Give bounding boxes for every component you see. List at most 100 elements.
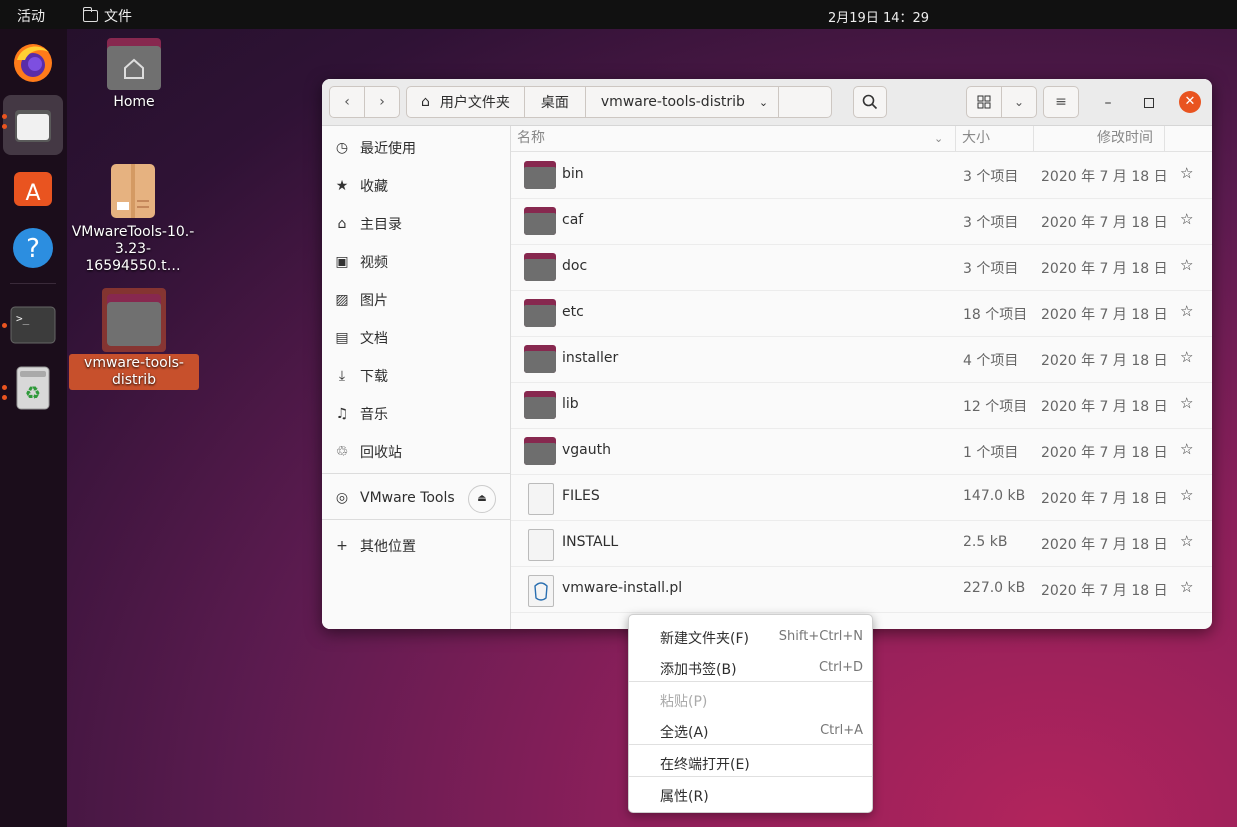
menu-item-accel: Ctrl+A — [820, 723, 863, 738]
menu-add-bookmark[interactable]: 添加书签(B) Ctrl+D — [629, 653, 872, 681]
terminal-icon: >_ — [10, 306, 56, 344]
table-row[interactable]: doc 3 个项目 2020 年 7 月 18 日 ☆ — [511, 244, 1212, 291]
table-row[interactable]: bin 3 个项目 2020 年 7 月 18 日 ☆ — [511, 152, 1212, 199]
sidebar-item-label: 文档 — [360, 331, 388, 347]
star-icon[interactable]: ☆ — [1180, 348, 1193, 366]
column-name[interactable]: 名称 — [517, 126, 545, 151]
home-icon: ⌂ — [421, 94, 430, 110]
search-button[interactable] — [853, 86, 887, 118]
sidebar-item-label: 视频 — [360, 255, 388, 271]
file-name: caf — [562, 212, 584, 228]
sidebar-item-home[interactable]: ⌂ 主目录 — [334, 212, 402, 236]
desktop-home[interactable]: Home — [96, 38, 172, 111]
table-row[interactable]: lib 12 个项目 2020 年 7 月 18 日 ☆ — [511, 382, 1212, 429]
firefox-launcher[interactable] — [10, 39, 56, 85]
running-indicator — [2, 323, 7, 328]
sidebar-item-starred[interactable]: ★ 收藏 — [334, 174, 388, 198]
file-size: 227.0 kB — [963, 580, 1026, 596]
software-launcher[interactable]: A — [10, 163, 56, 209]
video-icon: ▣ — [335, 254, 349, 270]
table-row[interactable]: vgauth 1 个项目 2020 年 7 月 18 日 ☆ — [511, 428, 1212, 475]
files-app-icon — [15, 110, 51, 142]
sidebar-item-music[interactable]: ♫ 音乐 — [334, 402, 388, 426]
menu-item-label: 粘贴(P) — [660, 694, 708, 710]
crumb-current[interactable]: vmware-tools-distrib ⌄ — [586, 87, 780, 117]
app-menu[interactable]: 文件 — [82, 6, 132, 26]
menu-new-folder[interactable]: 新建文件夹(F) Shift+Ctrl+N — [629, 622, 872, 650]
star-icon[interactable]: ☆ — [1180, 210, 1193, 228]
eject-button[interactable]: ⏏ — [468, 485, 496, 513]
back-button[interactable]: ‹ — [329, 86, 365, 118]
star-icon[interactable]: ☆ — [1180, 394, 1193, 412]
trash-launcher[interactable]: ♻ — [10, 365, 56, 411]
table-row[interactable]: vmware-install.pl 227.0 kB 2020 年 7 月 18 日… — [511, 566, 1212, 613]
activities-button[interactable]: 活动 — [17, 6, 45, 26]
files-launcher[interactable] — [3, 95, 63, 155]
desktop-icon-label: vmware-tools- distrib — [69, 354, 199, 390]
table-row[interactable]: FILES 147.0 kB 2020 年 7 月 18 日 ☆ — [511, 474, 1212, 521]
file-name: installer — [562, 350, 619, 366]
terminal-launcher[interactable]: >_ — [10, 302, 56, 348]
context-menu: 新建文件夹(F) Shift+Ctrl+N 添加书签(B) Ctrl+D 粘贴(P)… — [628, 614, 873, 813]
star-icon[interactable]: ☆ — [1180, 578, 1193, 596]
desktop-vmware-tools-distrib[interactable]: vmware-tools- distrib — [68, 288, 200, 390]
table-row[interactable]: etc 18 个项目 2020 年 7 月 18 日 ☆ — [511, 290, 1212, 337]
view-grid-button[interactable] — [966, 86, 1002, 118]
sidebar-item-other-locations[interactable]: + 其他位置 — [334, 534, 416, 558]
view-options-button[interactable]: ⌄ — [1001, 86, 1037, 118]
table-row[interactable]: caf 3 个项目 2020 年 7 月 18 日 ☆ — [511, 198, 1212, 245]
table-row[interactable]: INSTALL 2.5 kB 2020 年 7 月 18 日 ☆ — [511, 520, 1212, 567]
dock-separator — [10, 283, 56, 284]
file-modified: 2020 年 7 月 18 日 — [1041, 445, 1168, 461]
search-icon — [862, 94, 878, 110]
sidebar-item-downloads[interactable]: ⤓ 下载 — [334, 364, 388, 388]
star-icon[interactable]: ☆ — [1180, 532, 1193, 550]
close-button[interactable]: ✕ — [1179, 91, 1201, 113]
crumb-label: 桌面 — [540, 95, 569, 111]
clock[interactable]: 2月19日 14：29 — [828, 7, 929, 26]
star-icon[interactable]: ☆ — [1180, 256, 1193, 274]
menu-item-label: 属性(R) — [660, 789, 709, 805]
file-name: etc — [562, 304, 584, 320]
crumb-empty[interactable] — [779, 87, 831, 117]
sidebar-item-videos[interactable]: ▣ 视频 — [334, 250, 388, 274]
sidebar-item-pictures[interactable]: ▨ 图片 — [334, 288, 388, 312]
script-file-icon — [528, 575, 554, 607]
help-launcher[interactable]: ? — [10, 225, 56, 271]
menu-open-in-terminal[interactable]: 在终端打开(E) — [629, 748, 872, 776]
column-divider — [1033, 126, 1034, 151]
grid-icon — [977, 95, 991, 109]
file-modified: 2020 年 7 月 18 日 — [1041, 215, 1168, 231]
crumb-desktop[interactable]: 桌面 — [525, 87, 586, 117]
crumb-home[interactable]: ⌂ 用户文件夹 — [407, 87, 525, 117]
column-modified[interactable]: 修改时间 — [1097, 126, 1153, 151]
table-row[interactable]: installer 4 个项目 2020 年 7 月 18 日 ☆ — [511, 336, 1212, 383]
sort-chevron-down-icon: ⌄ — [934, 132, 944, 145]
selection-highlight — [102, 288, 166, 352]
file-size: 12 个项目 — [963, 399, 1028, 415]
menu-properties[interactable]: 属性(R) — [629, 780, 872, 808]
column-header-row: 名称 ⌄ 大小 修改时间 — [511, 126, 1212, 152]
chevron-right-icon: › — [379, 94, 385, 110]
column-size[interactable]: 大小 — [962, 126, 990, 151]
svg-text:?: ? — [26, 234, 40, 264]
main-menu-button[interactable]: ≡ — [1043, 86, 1079, 118]
minimize-button[interactable]: – — [1098, 93, 1118, 113]
star-icon: ★ — [335, 178, 349, 194]
file-modified: 2020 年 7 月 18 日 — [1041, 399, 1168, 415]
star-icon[interactable]: ☆ — [1180, 164, 1193, 182]
star-icon[interactable]: ☆ — [1180, 486, 1193, 504]
star-icon[interactable]: ☆ — [1180, 440, 1193, 458]
desktop-icon-label: VMwareTools-10.- 3.23-16594550.t… — [71, 224, 195, 274]
sidebar-item-trash[interactable]: ♲ 回收站 — [334, 440, 402, 464]
sidebar-item-vmware-tools[interactable]: ◎ VMware Tools — [334, 486, 455, 510]
menu-select-all[interactable]: 全选(A) Ctrl+A — [629, 716, 872, 744]
svg-text:A: A — [25, 181, 40, 206]
sidebar-item-label: 回收站 — [360, 445, 402, 461]
sidebar-item-documents[interactable]: ▤ 文档 — [334, 326, 388, 350]
desktop-vmwaretools-archive[interactable]: VMwareTools-10.- 3.23-16594550.t… — [68, 162, 198, 275]
forward-button[interactable]: › — [364, 86, 400, 118]
star-icon[interactable]: ☆ — [1180, 302, 1193, 320]
maximize-button[interactable] — [1139, 93, 1159, 113]
sidebar-item-recent[interactable]: ◷ 最近使用 — [334, 136, 416, 160]
